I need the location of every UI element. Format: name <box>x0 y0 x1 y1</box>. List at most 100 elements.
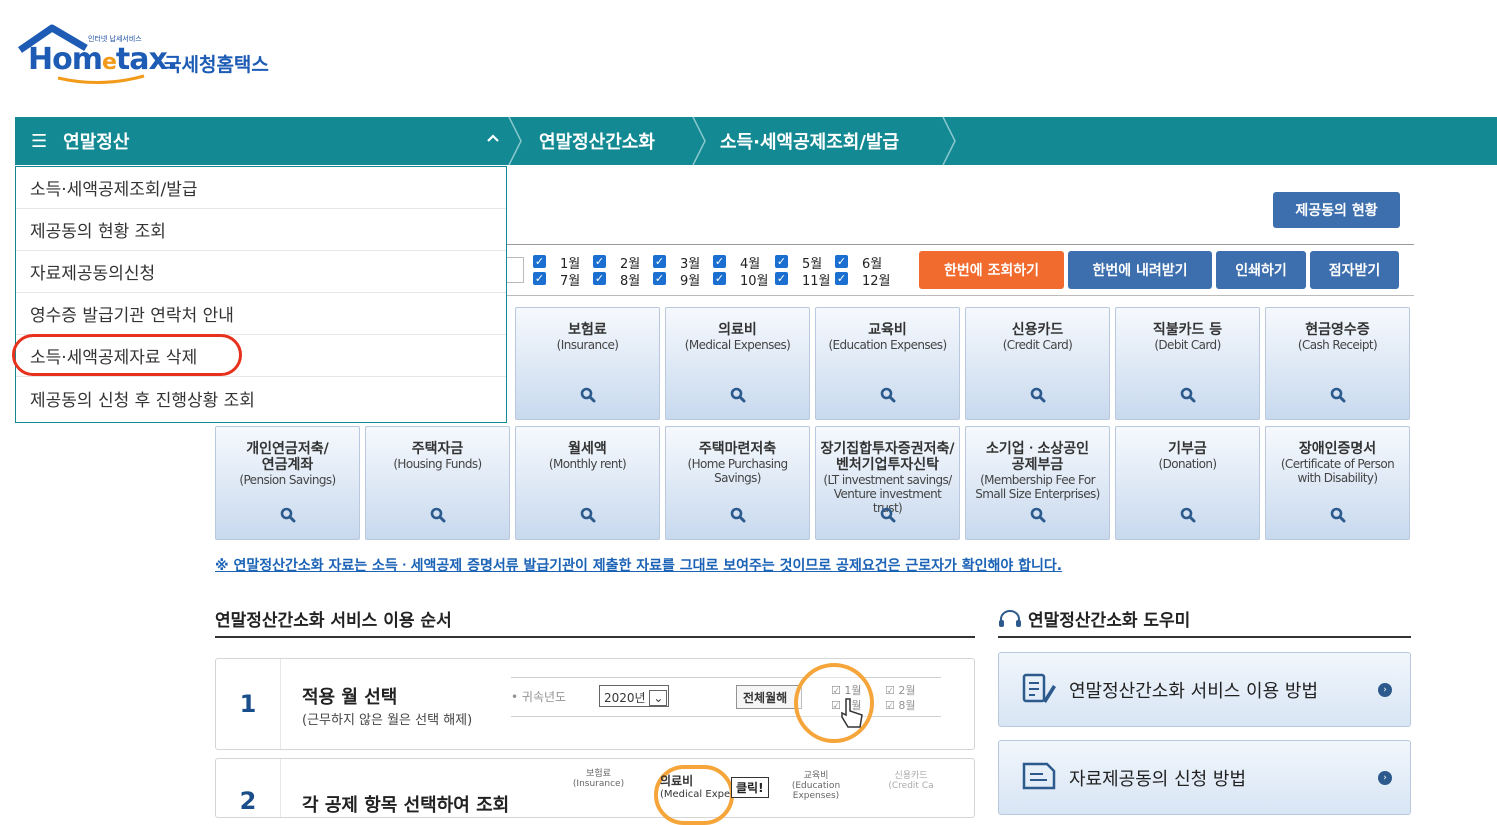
demo-card-insurance: 보험료 (Insurance) <box>572 769 625 789</box>
card-title-ko: 의료비 <box>718 322 757 338</box>
card-title-ko: 월세액 <box>568 441 607 457</box>
demo-click-tooltip: 클릭! <box>731 777 769 798</box>
card-title-ko: 직불카드 등 <box>1152 322 1223 338</box>
card-title-ko: 교육비 <box>868 322 907 338</box>
search-icon <box>730 507 746 523</box>
demo-card-medical: 의료비 (Medical Expen <box>660 774 737 801</box>
logo-swoosh-icon <box>57 74 145 84</box>
deduction-card[interactable]: 직불카드 등 (Debit Card) <box>1115 307 1260 420</box>
month-checkbox[interactable]: ✓ <box>653 255 666 268</box>
helper-item-label: 연말정산간소화 서비스 이용 방법 <box>1069 681 1319 702</box>
breadcrumb-separator <box>692 117 706 165</box>
search-icon <box>580 507 596 523</box>
month-checkbox[interactable]: ✓ <box>713 272 726 285</box>
deduction-card[interactable]: 장애인증명서 (Certificate of Person with Disabi… <box>1265 426 1410 540</box>
deduction-card[interactable]: 월세액 (Monthly rent) <box>515 426 660 540</box>
menu-item-deduction-inquiry[interactable]: 소득·세액공제조회/발급 <box>16 167 506 209</box>
deduction-card[interactable]: 교육비 (Education Expenses) <box>815 307 960 420</box>
card-title-ko: 기부금 <box>1168 441 1207 457</box>
menu-item-consent-request[interactable]: 자료제공동의신청 <box>16 251 506 293</box>
hamburger-icon: ☰ <box>31 130 48 152</box>
arrow-right-icon: › <box>1378 771 1392 785</box>
search-icon <box>880 507 896 523</box>
deduction-card[interactable]: 개인연금저축/ 연금계좌 (Pension Savings) <box>215 426 360 540</box>
divider <box>998 636 1411 638</box>
month-label: 9월 <box>680 274 701 289</box>
month-label: 11월 <box>802 274 831 289</box>
deduction-card[interactable]: 기부금 (Donation) <box>1115 426 1260 540</box>
month-checkbox[interactable]: ✓ <box>653 272 666 285</box>
headset-icon <box>999 609 1021 627</box>
menu-toggle[interactable]: ☰ 연말정산 <box>15 117 510 165</box>
card-title-en: (Cash Receipt) <box>1297 338 1378 352</box>
month-checkbox[interactable]: ✓ <box>775 255 788 268</box>
deduction-card[interactable]: 소기업ㆍ소상공인 공제부금 (Membership Fee For Small S… <box>965 426 1110 540</box>
menu-label: 연말정산 <box>63 132 130 153</box>
card-title-ko: 개인연금저축/ 연금계좌 <box>246 441 329 473</box>
highlight-circle <box>12 334 242 376</box>
print-button[interactable]: 인쇄하기 <box>1216 251 1306 289</box>
month-checkbox[interactable]: ✓ <box>713 255 726 268</box>
helper-consent-guide[interactable]: 자료제공동의 신청 방법 › <box>998 740 1411 815</box>
deduction-card[interactable]: 현금영수증 (Cash Receipt) <box>1265 307 1410 420</box>
step-illustration: • 귀속년도 2020년 ⌄ 전체월해 ☑ 1월 ☑ 7월 ☑ 2월 ☑ 8월 <box>511 677 941 717</box>
consent-status-button[interactable]: 제공동의 현황 <box>1273 192 1400 228</box>
logo-korean-name: 국세청홈택스 <box>164 54 269 76</box>
deduction-card[interactable]: 주택마련저축 (Home Purchasing Savings) <box>665 426 810 540</box>
document-edit-icon <box>1022 673 1056 703</box>
card-title-ko: 현금영수증 <box>1305 322 1370 338</box>
nav-bar: ☰ 연말정산 연말정산간소화 소득·세액공제조회/발급 <box>15 117 1497 165</box>
month-checkbox[interactable]: ✓ <box>775 272 788 285</box>
chevron-up-icon <box>487 134 499 142</box>
deduction-card[interactable]: 주택자금 (Housing Funds) <box>365 426 510 540</box>
card-title-en: (Education Expenses) <box>828 338 947 352</box>
card-title-ko: 장애인증명서 <box>1298 441 1377 457</box>
step-number: 1 <box>216 659 281 749</box>
download-all-button[interactable]: 한번에 내려받기 <box>1068 251 1212 289</box>
menu-item-progress-inquiry[interactable]: 제공동의 신청 후 진행상황 조회 <box>16 377 506 419</box>
month-checkbox[interactable]: ✓ <box>835 255 848 268</box>
deduction-card[interactable]: 보험료 (Insurance) <box>515 307 660 420</box>
menu-item-consent-status[interactable]: 제공동의 현황 조회 <box>16 209 506 251</box>
card-title-ko: 장기집합투자증권저축/ 벤처기업투자신탁 <box>820 441 955 473</box>
search-icon <box>1030 507 1046 523</box>
demo-year-select: 2020년 ⌄ <box>599 685 669 707</box>
deduction-card[interactable]: 신용카드 (Credit Card) <box>965 307 1110 420</box>
search-icon <box>580 387 596 403</box>
card-title-en: (Home Purchasing Savings) <box>687 457 789 485</box>
month-label: 10월 <box>740 274 769 289</box>
breadcrumb-deduction-inquiry[interactable]: 소득·세액공제조회/발급 <box>720 117 899 165</box>
hometax-logo[interactable]: 인터넷 납세서비스 Hometax. 국세청홈택스 <box>16 24 296 94</box>
braille-button[interactable]: 점자받기 <box>1310 251 1399 289</box>
search-icon <box>1030 387 1046 403</box>
card-title-ko: 소기업ㆍ소상공인 공제부금 <box>985 441 1090 473</box>
demo-year-label: 귀속년도 <box>521 690 567 704</box>
card-title-en: (Membership Fee For Small Size Enterpris… <box>975 473 1100 501</box>
deduction-card[interactable]: 의료비 (Medical Expenses) <box>665 307 810 420</box>
card-title-en: (Debit Card) <box>1154 338 1221 352</box>
step-title: 각 공제 항목 선택하여 조회 <box>302 795 510 816</box>
deduction-card[interactable]: 장기집합투자증권저축/ 벤처기업투자신탁 (LT investment savin… <box>815 426 960 540</box>
search-icon <box>1330 507 1346 523</box>
helper-usage-guide[interactable]: 연말정산간소화 서비스 이용 방법 › <box>998 652 1411 727</box>
card-title-en: (Housing Funds) <box>393 457 482 471</box>
arrow-right-icon: › <box>1378 683 1392 697</box>
month-checkbox[interactable]: ✓ <box>593 272 606 285</box>
card-title-en: (Certificate of Person with Disability) <box>1280 457 1395 485</box>
month-checkbox[interactable]: ✓ <box>835 272 848 285</box>
card-title-en: (Donation) <box>1158 457 1218 471</box>
breadcrumb-year-end-simplified[interactable]: 연말정산간소화 <box>539 117 655 165</box>
month-label: 7월 <box>560 274 581 289</box>
step-title: 적용 월 선택 <box>302 687 398 708</box>
card-title-ko: 주택자금 <box>411 441 464 457</box>
query-all-button[interactable]: 한번에 조회하기 <box>919 251 1064 289</box>
service-order-title: 연말정산간소화 서비스 이용 순서 <box>215 611 452 631</box>
step-card-2: 2 각 공제 항목 선택하여 조회 보험료 (Insurance) 의료비 (Med… <box>215 758 975 825</box>
notice-text[interactable]: ※ 연말정산간소화 자료는 소득ㆍ세액공제 증명서류 발급기관이 제출한 자료를… <box>215 555 1062 575</box>
breadcrumb-separator <box>942 117 956 165</box>
card-title-en: (Monthly rent) <box>548 457 627 471</box>
menu-item-issuer-contacts[interactable]: 영수증 발급기관 연락처 안내 <box>16 293 506 335</box>
month-checkbox[interactable]: ✓ <box>593 255 606 268</box>
month-checkbox[interactable]: ✓ <box>533 255 546 268</box>
month-checkbox[interactable]: ✓ <box>533 272 546 285</box>
